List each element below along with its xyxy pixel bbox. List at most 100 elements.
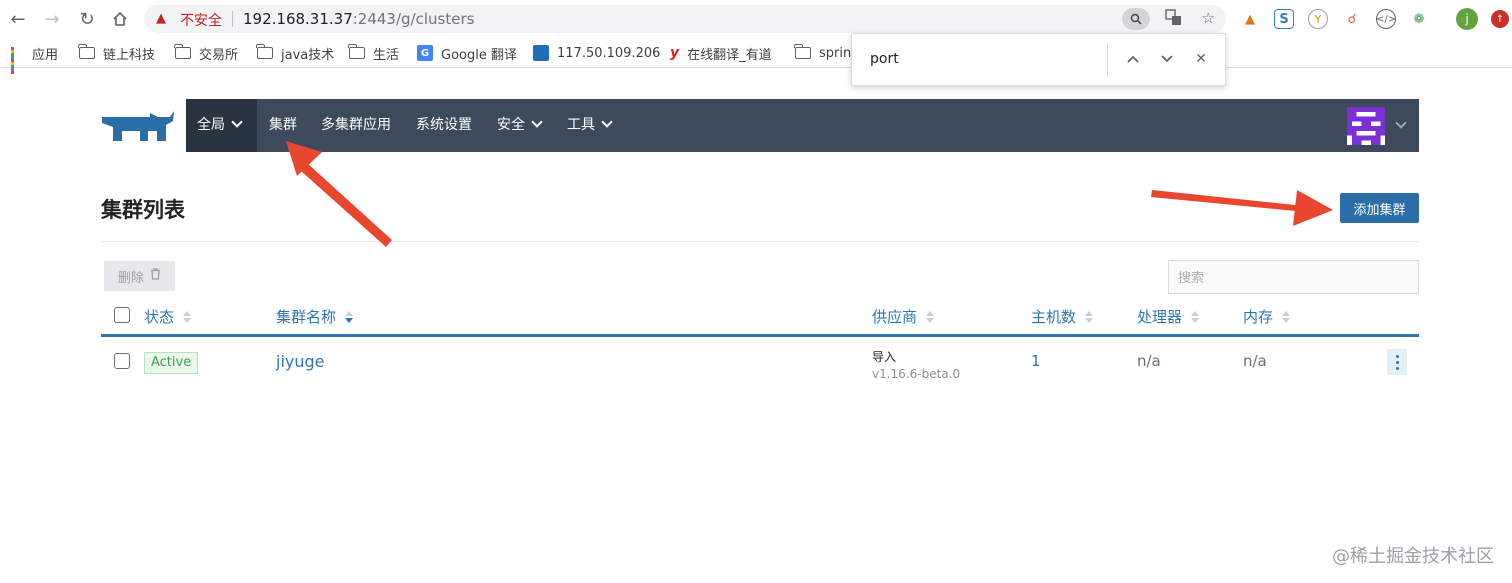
nav-security[interactable]: 安全 xyxy=(497,99,543,152)
provider-name: 导入 xyxy=(872,350,897,364)
bookmark-label: 应用 xyxy=(32,47,59,63)
row-checkbox[interactable] xyxy=(114,353,130,369)
update-icon[interactable]: ↑ xyxy=(1491,10,1509,28)
folder-icon xyxy=(794,44,811,59)
user-avatar[interactable] xyxy=(1347,107,1385,145)
folder-icon xyxy=(256,44,273,59)
address-bar[interactable]: ▲ 不安全 192.168.31.37:2443/g/clusters ☆ xyxy=(144,5,1226,33)
not-secure-label[interactable]: 不安全 xyxy=(180,10,222,30)
bookmark-label: 117.50.109.206 xyxy=(557,45,661,61)
annotation-arrow-to-add-button xyxy=(1151,190,1333,226)
find-in-page-icon[interactable] xyxy=(1122,8,1150,30)
chevron-down-icon xyxy=(601,116,613,128)
column-header-nodes[interactable]: 主机数 xyxy=(1031,306,1094,327)
bookmark-folder[interactable]: 生活 xyxy=(348,44,400,63)
column-header-memory[interactable]: 内存 xyxy=(1243,306,1291,327)
bookmark-folder[interactable]: 链上科技 xyxy=(78,44,156,63)
bookmark-label: 生活 xyxy=(373,47,400,63)
delete-button[interactable]: 删除 xyxy=(104,261,175,291)
forward-arrow-icon[interactable]: → xyxy=(39,6,65,32)
column-header-status[interactable]: 状态 xyxy=(144,306,192,327)
bookmark-label: 链上科技 xyxy=(103,47,156,63)
bookmark-youdao[interactable]: y 在线翻译_有道 xyxy=(670,44,772,63)
delete-label: 删除 xyxy=(117,270,144,286)
provider-version: v1.16.6-beta.0 xyxy=(872,367,961,381)
translate-icon[interactable] xyxy=(1165,9,1182,30)
rancher-logo[interactable] xyxy=(100,107,176,145)
title-divider xyxy=(101,241,1419,242)
nav-global[interactable]: 全局 xyxy=(197,99,243,152)
watermark: @稀土掘金技术社区 xyxy=(1332,546,1494,567)
evernote-extension-icon[interactable]: ❁ xyxy=(1409,9,1429,29)
bookmark-folder[interactable]: spring xyxy=(794,44,859,62)
sort-icon xyxy=(1282,310,1291,323)
url-text[interactable]: 192.168.31.37:2443/g/clusters xyxy=(243,10,474,28)
bookmark-label: 在线翻译_有道 xyxy=(687,47,772,63)
browser-toolbar: ← → ↻ ▲ 不安全 192.168.31.37:2443/g/cluster… xyxy=(0,0,1512,38)
chevron-down-icon xyxy=(231,116,243,128)
bookmark-google-translate[interactable]: G Google 翻译 xyxy=(417,44,517,63)
table-header-rule xyxy=(101,334,1419,337)
nav-clusters[interactable]: 集群 xyxy=(269,99,297,152)
status-badge: Active xyxy=(144,352,199,374)
find-bar: port ✕ xyxy=(851,33,1226,86)
column-header-name[interactable]: 集群名称 xyxy=(276,306,354,327)
nav-tools-label: 工具 xyxy=(567,117,595,133)
sort-icon xyxy=(345,310,354,323)
nav-multi-cluster-apps[interactable]: 多集群应用 xyxy=(321,99,391,152)
folder-icon xyxy=(174,44,191,59)
reload-icon[interactable]: ↻ xyxy=(74,6,100,32)
bookmark-folder[interactable]: 交易所 xyxy=(174,44,238,63)
bookmark-label: java技术 xyxy=(281,47,335,63)
nav-global-label: 全局 xyxy=(197,117,225,133)
nav-security-label: 安全 xyxy=(497,117,525,133)
nav-settings[interactable]: 系统设置 xyxy=(416,99,472,152)
bookmark-folder[interactable]: java技术 xyxy=(256,44,335,63)
find-input[interactable]: port xyxy=(870,51,899,67)
profile-avatar[interactable]: j xyxy=(1456,8,1478,30)
home-icon[interactable] xyxy=(107,6,133,32)
folder-icon xyxy=(78,44,95,59)
chevron-down-icon xyxy=(531,116,543,128)
metamask-fox-icon[interactable]: ▲ xyxy=(1240,9,1260,29)
column-header-provider[interactable]: 供应商 xyxy=(872,306,935,327)
youdao-icon: y xyxy=(670,45,680,61)
bookmark-server[interactable]: 117.50.109.206 xyxy=(533,44,660,62)
search-input[interactable] xyxy=(1168,260,1419,294)
bookmark-star-icon[interactable]: ☆ xyxy=(1202,9,1215,27)
bookmark-label: Google 翻译 xyxy=(441,47,517,63)
google-translate-icon: G xyxy=(417,45,433,61)
s-extension-icon[interactable]: S xyxy=(1274,9,1294,29)
user-menu-chevron-icon[interactable] xyxy=(1395,117,1407,129)
annotation-arrow-to-clusters xyxy=(286,141,392,247)
chevron-up-icon[interactable] xyxy=(1122,48,1144,70)
add-cluster-button[interactable]: 添加集群 xyxy=(1340,193,1419,223)
nav-tools[interactable]: 工具 xyxy=(567,99,613,152)
memory-value: n/a xyxy=(1243,352,1267,370)
network-extension-icon[interactable]: ☌ xyxy=(1342,9,1362,29)
back-arrow-icon[interactable]: ← xyxy=(5,6,31,32)
cpu-value: n/a xyxy=(1137,352,1161,370)
column-header-label: 状态 xyxy=(144,308,175,326)
bookmark-apps[interactable]: 应用 xyxy=(11,44,59,74)
select-all-checkbox[interactable] xyxy=(114,307,130,323)
y-extension-icon[interactable]: Y xyxy=(1308,9,1328,29)
server-icon xyxy=(533,45,549,61)
warning-triangle-icon: ▲ xyxy=(156,11,166,26)
chevron-down-icon[interactable] xyxy=(1156,48,1178,70)
cluster-name-link[interactable]: jiyuge xyxy=(276,352,325,371)
code-extension-icon[interactable]: </> xyxy=(1376,9,1396,29)
find-divider xyxy=(1107,44,1108,76)
sort-icon xyxy=(926,310,935,323)
node-count-link[interactable]: 1 xyxy=(1031,352,1041,370)
close-icon[interactable]: ✕ xyxy=(1190,48,1212,70)
column-header-label: 供应商 xyxy=(872,308,918,326)
column-header-cpu[interactable]: 处理器 xyxy=(1137,306,1200,327)
trash-icon xyxy=(150,268,161,284)
main-navbar: 全局 集群 多集群应用 系统设置 安全 工具 xyxy=(186,99,1419,152)
row-actions-menu-icon[interactable] xyxy=(1387,349,1407,375)
bookmarks-bar: 应用 链上科技 交易所 java技术 生活 G Google 翻译 117.50… xyxy=(0,38,1512,74)
column-header-label: 主机数 xyxy=(1031,308,1077,326)
column-header-label: 内存 xyxy=(1243,308,1274,326)
url-host: 192.168.31.37 xyxy=(243,10,353,28)
